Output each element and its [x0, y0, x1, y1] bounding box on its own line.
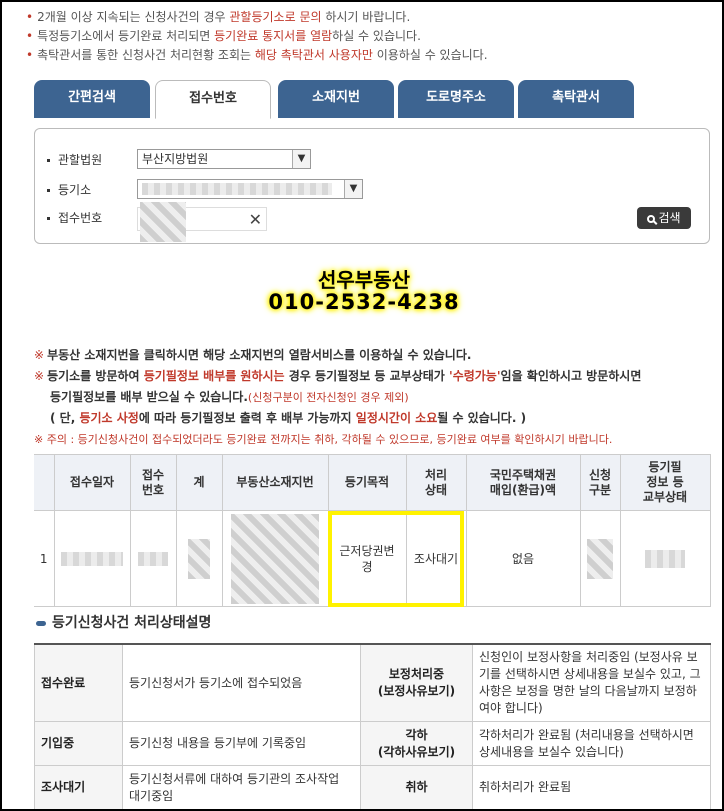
info-line: ※ 등기소를 방문하여 등기필정보 배부를 원하시는 경우 등기필정보 등 교부상…	[34, 369, 642, 383]
receipt-number-cell	[129, 510, 177, 607]
redacted-value	[231, 513, 319, 604]
bullet-icon	[47, 217, 50, 220]
table-row: 기입중 등기신청 내용을 등기부에 기록중임 각하 (각하사유보기) 각하처리가…	[34, 721, 711, 766]
chevron-down-icon: ▼	[292, 150, 310, 168]
promo-phone: 010-2532-4238	[268, 290, 460, 314]
table-header-row: 접수일자 접수 번호 계 부동산소재지번 등기목적 처리 상태 국민주택채권 매…	[34, 454, 711, 511]
info-line: 등기필정보를 배부 받으실 수 있습니다.(신청구분이 전자신청인 경우 제외)	[50, 390, 409, 404]
info-notes: ※ 부동산 소재지번을 클릭하시면 해당 소재지번의 열람서비스를 이용하실 수 …	[34, 345, 714, 450]
row-index: 1	[34, 510, 55, 607]
redacted-value	[645, 549, 685, 568]
search-form: 관할법원 부산지방법원 ▼ 등기소 ▼ 접수번호 ✕ 검색	[34, 128, 710, 244]
registry-select[interactable]: ▼	[137, 179, 363, 199]
info-line: ※ 부동산 소재지번을 클릭하시면 해당 소재지번의 열람서비스를 이용하실 수 …	[34, 348, 472, 362]
search-icon	[647, 215, 656, 223]
redacted-value	[61, 551, 123, 566]
highlight-box	[328, 511, 464, 607]
info-line: ( 단, 등기소 사정에 따라 등기필정보 출력 후 배부 가능까지 일정시간이…	[50, 411, 527, 425]
column-header: 계	[175, 454, 223, 511]
bullet-icon	[47, 159, 50, 162]
receipt-number-input[interactable]: ✕	[137, 202, 267, 242]
bullet-icon: •	[26, 48, 34, 62]
tab-lot-address[interactable]: 소재지번	[278, 80, 394, 118]
receipt-row: 접수번호	[47, 209, 102, 226]
column-header: 접수 번호	[129, 454, 177, 511]
info-warning: ※ 주의 : 등기신청사건이 접수되었더라도 등기완료 전까지는 취하, 각하될…	[34, 433, 613, 446]
redacted-value	[587, 538, 613, 579]
notice-list: • 2개월 이상 지속되는 신청사건의 경우 관할등기소로 문의 하시기 바랍니다…	[26, 8, 716, 65]
column-header: 접수일자	[53, 454, 131, 511]
housing-bond-cell: 없음	[465, 510, 581, 607]
count-cell	[175, 510, 223, 607]
court-select[interactable]: 부산지방법원 ▼	[137, 149, 311, 169]
search-button[interactable]: 검색	[637, 207, 691, 229]
column-header: 국민주택채권 매입(환급)액	[465, 454, 581, 511]
bullet-icon: •	[26, 29, 34, 43]
notice-item: • 2개월 이상 지속되는 신청사건의 경우 관할등기소로 문의 하시기 바랍니다…	[26, 10, 411, 24]
redacted-value	[140, 202, 186, 242]
tab-road-address[interactable]: 도로명주소	[398, 80, 514, 118]
section-title: 등기신청사건 처리상태설명	[36, 612, 211, 632]
registry-row: 등기소	[47, 181, 91, 198]
column-header: 신청 구분	[579, 454, 621, 511]
application-type-cell	[579, 510, 621, 607]
page-frame: • 2개월 이상 지속되는 신청사건의 경우 관할등기소로 문의 하시기 바랍니다…	[0, 0, 724, 811]
status-legend-table: 접수완료 등기신청서가 등기소에 접수되었음 보정처리중 (보정사유보기) 신청…	[34, 643, 711, 809]
redacted-value	[188, 538, 210, 579]
redacted-value	[138, 551, 168, 566]
tab-simple-search[interactable]: 간편검색	[34, 80, 150, 118]
property-address-cell[interactable]	[221, 510, 329, 607]
receipt-date-cell	[53, 510, 131, 607]
section-marker-icon	[36, 620, 46, 626]
promo-name: 선우부동산	[318, 268, 410, 292]
tab-commissioning-office[interactable]: 촉탁관서	[518, 80, 634, 118]
court-row: 관할법원	[47, 151, 102, 168]
table-row: 접수완료 등기신청서가 등기소에 접수되었음 보정처리중 (보정사유보기) 신청…	[34, 643, 711, 722]
close-icon[interactable]: ✕	[249, 210, 262, 229]
bullet-icon: •	[26, 10, 34, 24]
redacted-value	[142, 183, 332, 195]
notice-item: • 촉탁관서를 통한 신청사건 처리현황 조회는 해당 촉탁관서 사용자만 이용하…	[26, 48, 488, 62]
column-header: 부동산소재지번	[221, 454, 329, 511]
bullet-icon	[47, 189, 50, 192]
notice-item: • 특정등기소에서 등기완료 처리되면 등기완료 통지서를 열람하실 수 있습니다…	[26, 29, 421, 43]
column-header: 등기목적	[327, 454, 407, 511]
column-header: 등기필 정보 등 교부상태	[619, 454, 711, 511]
tab-receipt-number[interactable]: 접수번호	[155, 80, 271, 119]
table-row: 조사대기 등기신청서류에 대하여 등기관의 조사작업 대기중임 취하 취하처리가…	[34, 765, 711, 809]
chevron-down-icon: ▼	[344, 180, 362, 198]
column-header: 처리 상태	[405, 454, 467, 511]
delivery-status-cell	[619, 510, 711, 607]
